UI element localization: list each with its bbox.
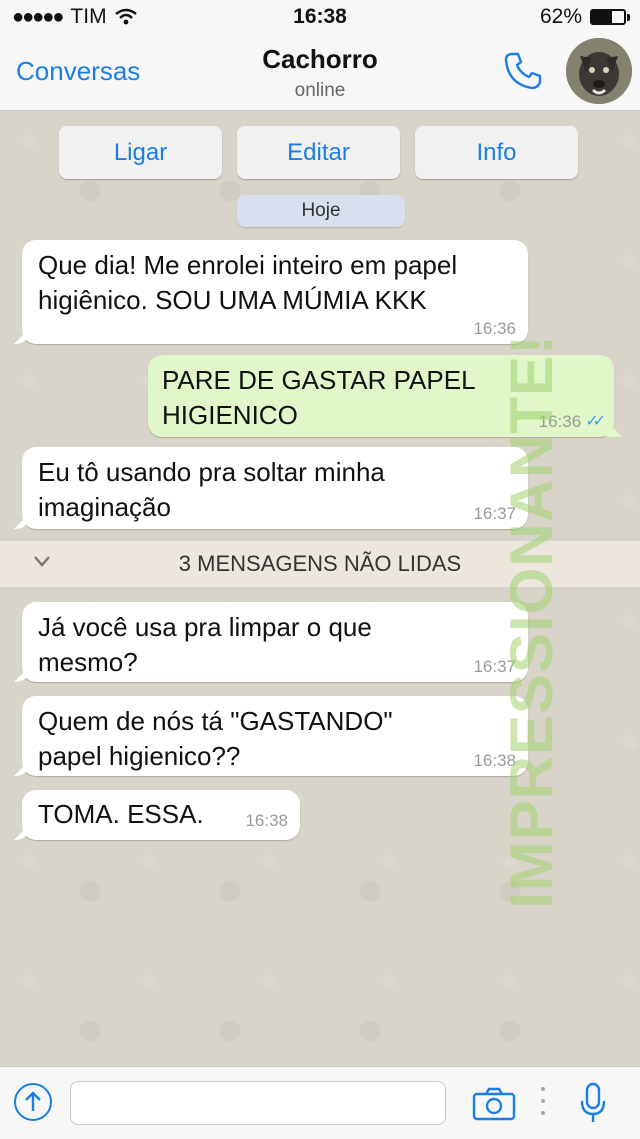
message-line: imaginação	[38, 492, 171, 522]
camera-icon[interactable]	[472, 1087, 516, 1121]
message-bubble[interactable]: Que dia! Me enrolei inteiro em papel hig…	[22, 240, 528, 344]
contact-name: Cachorro	[262, 44, 378, 74]
avatar-dog-image	[566, 38, 632, 104]
edit-button[interactable]: Editar	[237, 126, 400, 179]
info-button[interactable]: Info	[415, 126, 578, 179]
battery-percent: 62%	[539, 5, 582, 28]
message-input[interactable]	[70, 1081, 446, 1125]
date-chip: Hoje	[237, 195, 405, 227]
message-bubble[interactable]: Já você usa pra limpar o que mesmo? 16:3…	[22, 602, 528, 682]
contact-avatar[interactable]	[566, 38, 632, 104]
call-button[interactable]: Ligar	[59, 126, 222, 179]
message-bubble[interactable]: Quem de nós tá "GASTANDO" papel higienic…	[22, 696, 528, 776]
message-bubble[interactable]: Eu tô usando pra soltar minha imaginação…	[22, 447, 528, 529]
chat-area: Ligar Editar Info Hoje Que dia! Me enrol…	[0, 111, 640, 1066]
chevron-down-icon	[34, 556, 50, 567]
message-line: papel higienico??	[38, 741, 241, 771]
phone-icon[interactable]	[502, 50, 544, 92]
message-line: Quem de nós tá "GASTANDO"	[38, 706, 393, 736]
chat-header: Conversas Cachorro online	[0, 36, 640, 111]
microphone-icon[interactable]	[576, 1081, 610, 1125]
battery-icon	[590, 9, 630, 25]
more-icon[interactable]	[540, 1087, 546, 1115]
contact-presence: online	[294, 80, 346, 101]
message-line: Já você usa pra limpar o que	[38, 612, 372, 642]
message-line: Eu tô usando pra soltar minha	[38, 457, 385, 487]
battery-fill	[592, 11, 612, 23]
upload-icon[interactable]	[14, 1083, 52, 1121]
watermark-text: IMPRESSIONANTE!	[498, 333, 565, 909]
message-bubble[interactable]: TOMA. ESSA. 16:38	[22, 790, 300, 840]
message-time: 16:38	[245, 811, 288, 830]
message-line: Que dia! Me enrolei inteiro em papel	[38, 250, 458, 280]
message-line: higiênico. SOU UMA MÚMIA KKK	[38, 285, 427, 315]
message-input-bar	[0, 1066, 640, 1139]
read-ticks-icon: ✓✓	[585, 413, 606, 430]
status-bar: ●●●●● TIM 16:38 62%	[0, 0, 640, 36]
message-line: mesmo?	[38, 647, 138, 677]
